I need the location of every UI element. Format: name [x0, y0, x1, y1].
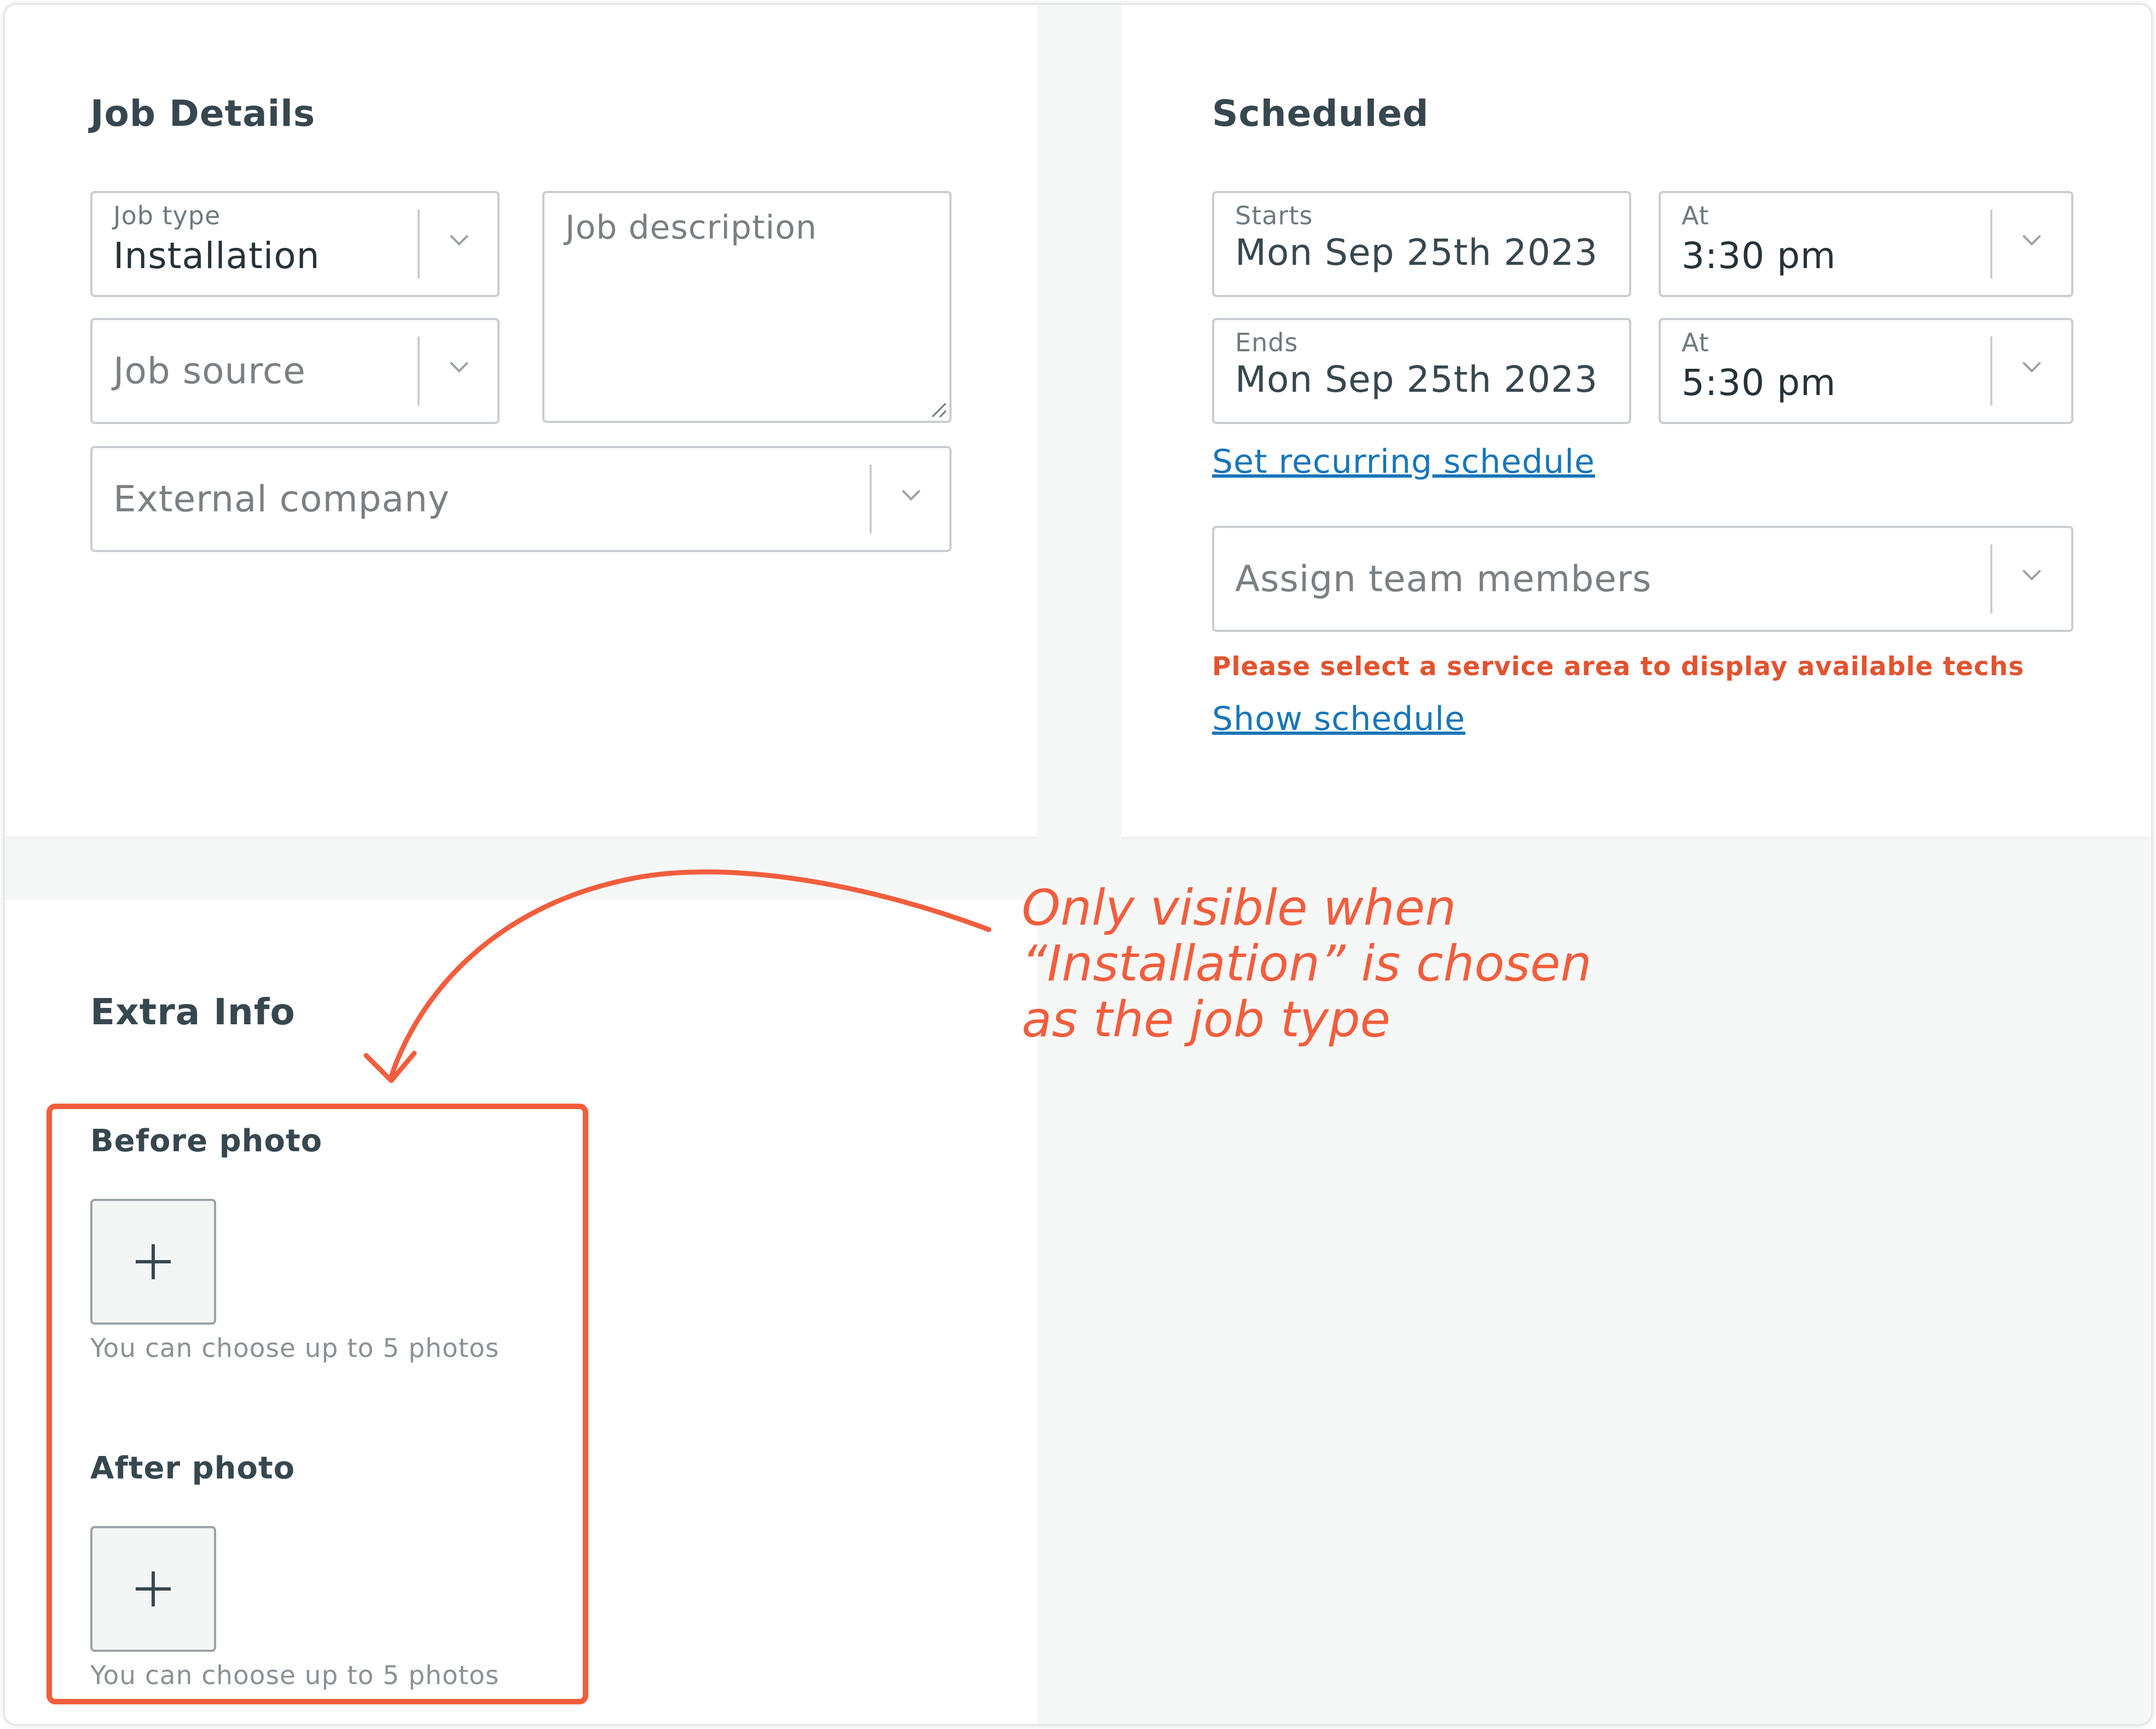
annotation-line: as the job type	[1022, 991, 1390, 1048]
annotation-note: Only visible when “Installation” is chos…	[1022, 880, 1592, 1048]
annotation-line: Only visible when	[1022, 879, 1457, 937]
annotation-line: “Installation” is chosen	[1022, 935, 1592, 993]
app-frame: Job Details Job type Installation Job so…	[3, 3, 2153, 1726]
curved-arrow-icon	[363, 869, 992, 1083]
